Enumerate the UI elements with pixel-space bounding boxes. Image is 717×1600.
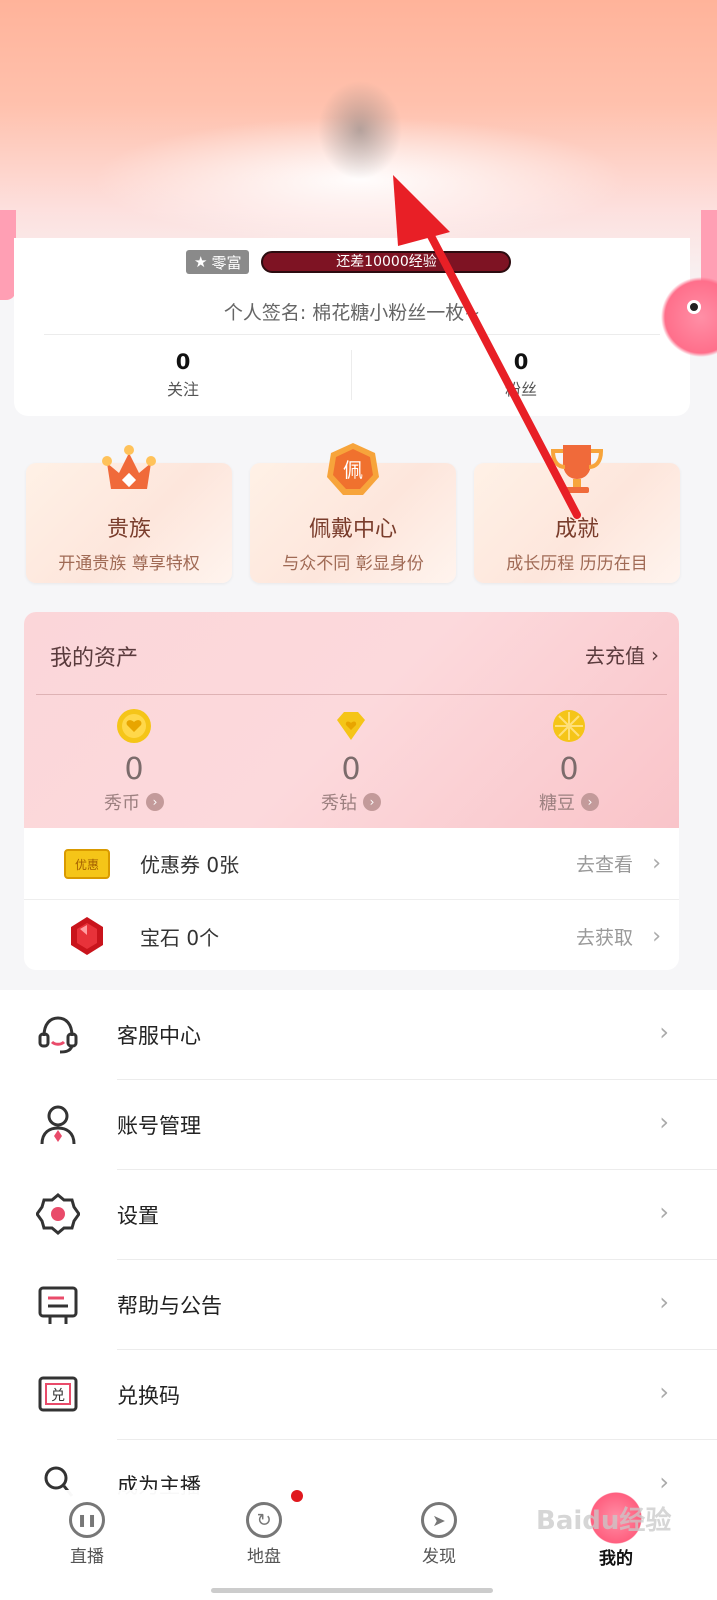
redeem-icon: 兑 <box>38 1376 78 1412</box>
chevron-right-icon: › <box>652 923 661 949</box>
personal-signature[interactable]: 个人签名: 棉花糖小粉丝一枚~ <box>14 298 690 325</box>
headset-icon <box>38 1016 78 1054</box>
notice-icon <box>38 1286 78 1324</box>
menu-item-redeem[interactable]: 兑 兑换码 › <box>0 1350 717 1440</box>
svg-text:佩: 佩 <box>343 458 363 482</box>
live-icon: ❚❚ <box>69 1502 105 1538</box>
tab-live[interactable]: ❚❚ 直播 <box>37 1502 137 1567</box>
feature-card-wear-center[interactable]: 佩 佩戴中心 与众不同 彰显身份 <box>250 443 456 583</box>
medal-icon: 佩 <box>327 443 379 495</box>
level-row: ★ 零富 还差10000经验 <box>186 250 512 274</box>
chevron-right-icon: › <box>659 1288 669 1316</box>
experience-bar[interactable]: 还差10000经验 <box>261 251 512 273</box>
star-icon: ★ <box>194 253 208 271</box>
svg-text:优惠: 优惠 <box>75 858 99 872</box>
diamond-name: 秀钻 <box>321 793 357 814</box>
home-indicator <box>211 1588 493 1593</box>
coin-value: 0 <box>124 752 144 787</box>
coupon-label: 优惠券 0张 <box>140 853 240 877</box>
candy-name: 糖豆 <box>539 793 575 814</box>
tab-label: 直播 <box>70 1547 104 1567</box>
feature-subtitle: 与众不同 彰显身份 <box>282 554 424 574</box>
tab-label: 我的 <box>599 1549 633 1569</box>
divider <box>36 694 667 695</box>
watermark: Baidu经验 <box>536 1506 672 1536</box>
divider <box>44 334 660 335</box>
menu-item-help[interactable]: 帮助与公告 › <box>0 1260 717 1350</box>
rich-level-label: 零富 <box>211 253 242 272</box>
gem-label: 宝石 0个 <box>140 925 220 950</box>
mascot-float-icon[interactable] <box>661 272 717 362</box>
following-stat[interactable]: 0 关注 <box>14 350 352 400</box>
feature-card-achievement[interactable]: 成就 成长历程 历历在目 <box>474 445 680 583</box>
rich-level-badge[interactable]: ★ 零富 <box>186 250 250 274</box>
territory-icon: ↻ <box>246 1502 282 1538</box>
diamond-value: 0 <box>341 752 361 787</box>
feature-subtitle: 成长历程 历历在目 <box>506 554 648 574</box>
chevron-right-icon: › <box>659 1378 669 1406</box>
tab-territory[interactable]: ↻ 地盘 <box>214 1502 314 1567</box>
coin-name: 秀币 <box>104 793 140 814</box>
tab-label: 地盘 <box>247 1547 281 1567</box>
coupon-row[interactable]: 优惠 优惠券 0张 去查看 › <box>24 828 679 900</box>
tab-discover[interactable]: ➤ 发现 <box>389 1502 489 1567</box>
trophy-icon <box>550 445 604 493</box>
candy-value: 0 <box>559 752 579 787</box>
chevron-right-icon: › <box>659 1198 669 1226</box>
menu-item-settings[interactable]: 设置 › <box>0 1170 717 1260</box>
chevron-right-icon: › <box>659 1108 669 1136</box>
coin-balance[interactable]: 0 秀币 › <box>74 708 194 815</box>
following-label: 关注 <box>166 380 199 399</box>
gem-icon <box>71 917 103 955</box>
coupon-action: 去查看 <box>575 854 633 876</box>
chevron-circle-icon: › <box>363 793 381 811</box>
chevron-right-icon: › <box>659 1018 669 1046</box>
fans-stat[interactable]: 0 粉丝 <box>352 350 690 400</box>
diamond-balance[interactable]: 0 秀钻 › <box>291 708 411 815</box>
coupon-icon: 优惠 <box>64 848 110 879</box>
gear-icon <box>36 1193 80 1235</box>
chevron-right-icon: › <box>651 642 659 667</box>
menu-list: 客服中心 › 账号管理 › 设置 › 帮助与公告 › 兑 兑换码 › 成为主播 … <box>0 990 717 1520</box>
profile-card: ★ 零富 还差10000经验 个人签名: 棉花糖小粉丝一枚~ 0 关注 0 粉丝 <box>14 238 690 416</box>
menu-item-account[interactable]: 账号管理 › <box>0 1080 717 1170</box>
mascot-eye <box>687 300 701 314</box>
gem-row[interactable]: 宝石 0个 去获取 › <box>24 900 679 970</box>
user-icon <box>40 1105 76 1145</box>
menu-label: 帮助与公告 <box>117 1294 222 1318</box>
fans-label: 粉丝 <box>504 380 537 399</box>
coin-icon <box>117 709 151 743</box>
menu-label: 客服中心 <box>117 1024 201 1048</box>
recharge-label: 去充值 <box>585 644 645 668</box>
menu-label: 账号管理 <box>117 1114 201 1138</box>
compass-icon: ➤ <box>421 1502 457 1538</box>
recharge-link[interactable]: 去充值 › <box>585 640 659 669</box>
candy-balance[interactable]: 0 糖豆 › <box>509 708 629 815</box>
feature-title: 佩戴中心 <box>308 517 397 542</box>
feature-card-nobility[interactable]: 贵族 开通贵族 尊享特权 <box>26 445 232 583</box>
fans-count: 0 <box>513 350 529 374</box>
tab-label: 发现 <box>422 1547 456 1567</box>
my-assets-card: 我的资产 去充值 › 0 秀币› 0 秀钻› 0 糖豆› 优惠 优惠券 0 <box>24 612 679 970</box>
notification-dot <box>291 1490 303 1502</box>
diamond-icon <box>337 712 365 740</box>
feature-title: 成就 <box>554 517 599 542</box>
chevron-circle-icon: › <box>581 793 599 811</box>
svg-text:兑: 兑 <box>51 1388 65 1404</box>
chevron-circle-icon: › <box>146 793 164 811</box>
feature-subtitle: 开通贵族 尊享特权 <box>58 554 200 574</box>
gem-action: 去获取 <box>575 926 633 949</box>
menu-label: 兑换码 <box>117 1384 180 1408</box>
menu-label: 设置 <box>117 1204 159 1228</box>
feature-title: 贵族 <box>106 517 151 542</box>
chevron-right-icon: › <box>652 851 661 876</box>
following-count: 0 <box>175 350 191 374</box>
candy-icon <box>553 710 585 742</box>
menu-item-customer-service[interactable]: 客服中心 › <box>0 990 717 1080</box>
assets-title: 我的资产 <box>50 646 139 671</box>
crown-icon <box>102 445 156 489</box>
